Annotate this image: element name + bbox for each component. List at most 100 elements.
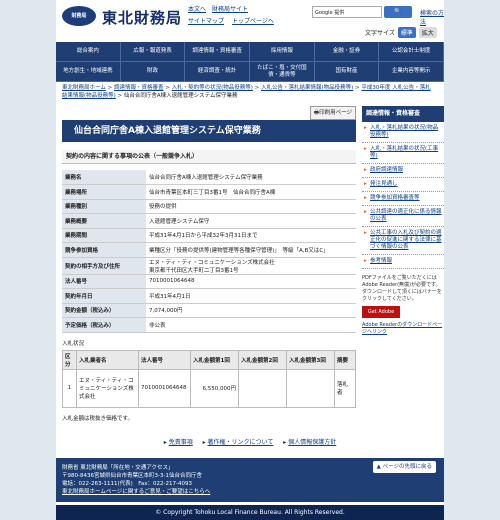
font-large-button[interactable]: 拡大 xyxy=(418,27,437,38)
info-key: 予定価格（税込み） xyxy=(62,317,146,333)
info-value: 仙台市青葉区本町三丁目3番1号 仙台合同庁舎A棟 xyxy=(146,184,356,200)
bid-header: 入札金額第1回 xyxy=(190,349,239,370)
sidebar-item[interactable]: 入札・落札結果の状況(物品役務等) xyxy=(362,122,444,143)
breadcrumb-item[interactable]: 調達情報・資格審査 xyxy=(114,85,164,91)
footer-link-copyright[interactable]: 著作権・リンクについて xyxy=(208,439,274,446)
nav-item[interactable]: 企業内容等開示 xyxy=(379,62,444,82)
breadcrumb-item[interactable]: 入札・契約等の状況(物品役務等) xyxy=(172,85,253,91)
table-row: 業務期間 平成31年4月1日から平成32年3月31日まで xyxy=(62,228,356,243)
info-key: 業務場所 xyxy=(62,184,146,200)
search-help-link[interactable]: 検索の方法 xyxy=(420,8,444,26)
contract-info-table: 業務名 仙台合同庁舎A棟入退館管理システム保守業務 業務場所 仙台市青葉区本町三丁目3… xyxy=(62,170,356,333)
nav-item[interactable]: 総合案内 xyxy=(56,42,121,62)
footer-address: 〒980-8436宮城県仙台市青葉区本町3-3-1仙台合同庁舎 xyxy=(62,473,202,479)
nav-item[interactable]: 財政 xyxy=(120,62,186,82)
nav-item[interactable]: 地方創生・地域連携 xyxy=(56,62,121,82)
table-row: 競争参加資格 業種区分「役務の提供等(建物管理等各種保守管理)」 等級「A,B又は… xyxy=(62,242,356,258)
info-value: 非公表 xyxy=(146,317,356,333)
nav-item[interactable]: 公認会計士制度 xyxy=(379,42,444,62)
main-content: 🖶印刷用ページ 仙台合同庁舎A棟入退館管理システム保守業務 契約の内容に関する事… xyxy=(62,106,356,422)
bureau-logo[interactable]: 財務局 xyxy=(62,6,96,26)
sidebar-item[interactable]: 発注見通し xyxy=(362,178,444,192)
bid-header: 入札業者名 xyxy=(76,349,139,370)
sidebar-item[interactable]: 参考情報 xyxy=(362,255,444,269)
info-value: 役務の提供 xyxy=(146,199,356,214)
nav-item[interactable]: 広報・報道発表 xyxy=(120,42,186,62)
info-key: 業務種別 xyxy=(62,199,146,214)
copyright: © Copyright Tohoku Local Finance Bureau.… xyxy=(56,505,444,520)
sidebar-item[interactable]: 公共工事の入札及び契約の適正化の促進に関する法律に基づく情報の公表 xyxy=(362,227,444,255)
footer-link-disclaimer[interactable]: 免責事項 xyxy=(169,439,193,446)
info-key: 業務概要 xyxy=(62,213,146,229)
font-size-label: 文字サイズ xyxy=(365,30,395,37)
table-row: 業務名 仙台合同庁舎A棟入退館管理システム保守業務 xyxy=(62,170,356,185)
info-key: 契約金額（税込み） xyxy=(62,303,146,318)
table-row: 業務種別 役務の提供 xyxy=(62,199,356,214)
info-value: 平成31年4月1日から平成32年3月31日まで xyxy=(146,228,356,243)
sidebar-heading: 調達情報・資格審査 xyxy=(362,106,444,122)
font-size-control: 文字サイズ 標準 拡大 xyxy=(364,27,437,38)
link-bureau-site[interactable]: 財務局サイト xyxy=(212,6,248,13)
footer-feedback-link[interactable]: 東北財務局ホームページに関するご意見・ご要望はこちらへ xyxy=(62,489,210,495)
bid-status-label: 入札状況 xyxy=(62,340,85,347)
info-value: 仙台合同庁舎A棟入退館管理システム保守業務 xyxy=(146,170,356,185)
nav-item[interactable]: 金融・証券 xyxy=(314,42,380,62)
sidebar-item[interactable]: 政府調達情報 xyxy=(362,164,444,178)
link-top-page[interactable]: トップページへ xyxy=(232,18,274,25)
adobe-reader-banner[interactable]: Get Adobe Reader xyxy=(362,306,400,327)
nav-item[interactable]: 採用情報 xyxy=(249,42,315,62)
footer-link-privacy[interactable]: 個人情報保護方針 xyxy=(288,439,336,446)
search-input[interactable]: Google 提供 xyxy=(312,6,382,18)
global-nav: 総合案内 広報・報道発表 調達情報・資格審査 採用情報 金融・証券 公認会計士制… xyxy=(56,42,444,82)
print-page-button[interactable]: 🖶印刷用ページ xyxy=(309,106,356,120)
section-title: 契約の内容に関する事項の公表（一般競争入札） xyxy=(62,150,356,164)
breadcrumb-item[interactable]: 東北財務局ホーム xyxy=(62,85,106,91)
print-label: 印刷用ページ xyxy=(319,110,352,116)
adobe-download-link[interactable]: Adobe Readerのダウンロードページへリンク xyxy=(362,321,444,335)
sidebar-item[interactable]: 公共調達の適正化に係る情報の公表 xyxy=(362,206,444,227)
bid-note: 入札金額は税抜き価格です。 xyxy=(62,415,133,422)
page-title: 仙台合同庁舎A棟入退館管理システム保守業務 xyxy=(62,120,356,142)
breadcrumb-item[interactable]: 入札公告・落札結果情報(物品役務等) xyxy=(261,85,353,91)
link-sitemap[interactable]: サイトマップ xyxy=(188,18,224,25)
footer-phone: 電話：022-263-1111(代表) Fax：022-217-4093 xyxy=(62,481,192,487)
bid-header: 入札金額第2回 xyxy=(238,349,287,370)
table-row: 1 エヌ・ティ・ティ・コミュニケーションズ株式会社 7010001064648 … xyxy=(62,368,356,408)
info-value: 業種区分「役務の提供等(建物管理等各種保守管理)」 等級「A,B又はC」 xyxy=(146,242,356,258)
header-links: 本文へ 財務局サイトサイトマップ トップページへ xyxy=(188,4,288,28)
sidebar-item[interactable]: 入札・落札結果の状況(工事等) xyxy=(362,143,444,164)
table-row: 業務概要 入退館管理システム保守 xyxy=(62,213,356,229)
nav-item[interactable]: たばこ・塩・交付国債・通貨等 xyxy=(249,62,315,82)
bid-header: 入札金額第3回 xyxy=(286,349,335,370)
info-value: 7,074,000円 xyxy=(146,303,356,318)
header: 財務局 東北財務局 本文へ 財務局サイトサイトマップ トップページへ Google… xyxy=(56,0,444,40)
info-key: 競争参加資格 xyxy=(62,242,146,258)
sidebar-item[interactable]: 競争参加資格審査等 xyxy=(362,192,444,206)
font-standard-button[interactable]: 標準 xyxy=(397,27,416,38)
info-value: 7010001064648 xyxy=(146,274,356,289)
info-key: 契約年月日 xyxy=(62,288,146,304)
table-row: 法人番号 7010001064648 xyxy=(62,274,356,289)
breadcrumb-current: 仙台合同庁舎A棟入退館管理システム保守業務 xyxy=(123,93,238,99)
page-top-button[interactable]: ▲ ページの先頭に戻る xyxy=(372,461,436,473)
bid-header: 区分 xyxy=(62,349,77,370)
bid-cell: 1 xyxy=(62,368,77,408)
info-value: 平成31年4月1日 xyxy=(146,288,356,304)
site-name[interactable]: 東北財務局 xyxy=(102,7,182,28)
breadcrumb: 東北財務局ホーム > 調達情報・資格審査 > 入札・契約等の状況(物品役務等) … xyxy=(62,85,431,99)
info-key: 法人番号 xyxy=(62,274,146,289)
nav-item[interactable]: 国有財産 xyxy=(314,62,380,82)
bid-cell: 7010001064648 xyxy=(138,368,191,408)
pdf-note: PDFファイルをご覧いただくにはAdobe Reader(無償)が必要です。ダウ… xyxy=(362,275,442,302)
bid-header: 法人番号 xyxy=(138,349,191,370)
nav-item[interactable]: 経済調査・統計 xyxy=(185,62,250,82)
footer: 財務省 東北財務局「所在地・交通アクセス」 〒980-8436宮城県仙台市青葉区… xyxy=(56,458,444,502)
link-main-content[interactable]: 本文へ xyxy=(188,6,206,13)
info-key: 業務名 xyxy=(62,170,146,185)
info-value: エヌ・ティ・ティ・コミュニケーションズ株式会社 東京都千代田区大手町二丁目3番1… xyxy=(146,257,356,275)
nav-item[interactable]: 調達情報・資格審査 xyxy=(185,42,250,62)
bid-cell: 6,550,000円 xyxy=(190,368,239,408)
table-row: 契約年月日 平成31年4月1日 xyxy=(62,288,356,304)
search-button[interactable]: 🔍 xyxy=(384,6,412,18)
bid-cell xyxy=(238,368,287,408)
